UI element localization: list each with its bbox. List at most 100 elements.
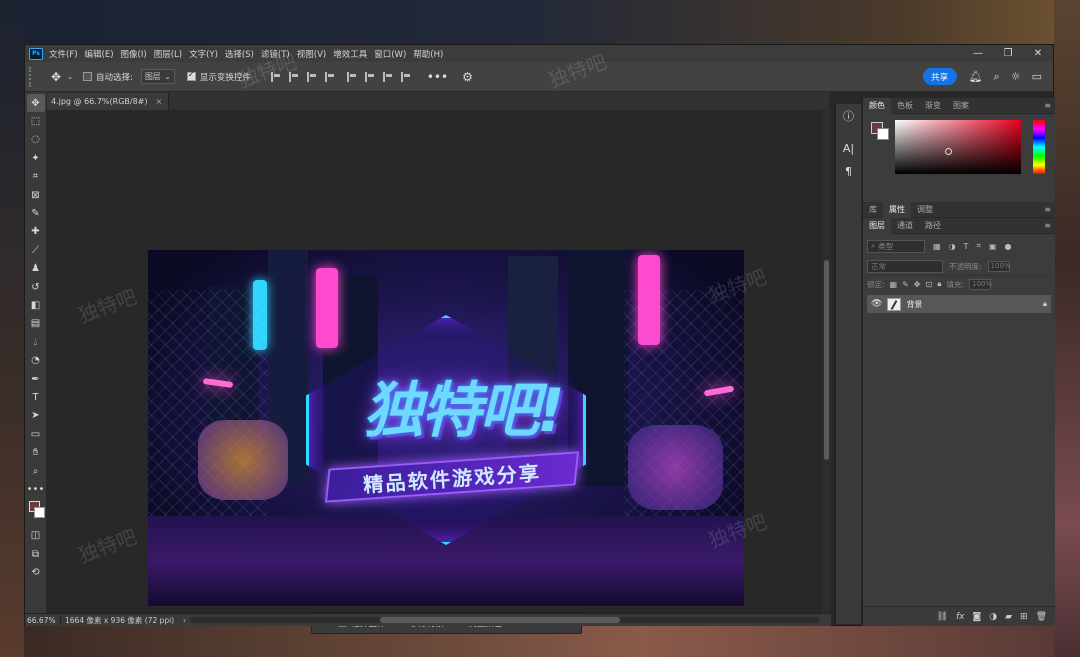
blend-mode-dropdown[interactable]: 正常 [867,259,943,273]
more-options-icon[interactable]: ••• [427,70,448,84]
tab-swatches[interactable]: 色板 [891,98,919,114]
tab-paths[interactable]: 路径 [919,218,947,234]
brush-tool-icon[interactable]: ⟋ [27,241,45,259]
lasso-tool-icon[interactable]: ◌ [27,131,45,149]
bell-icon[interactable]: 🔔︎ [969,70,983,83]
magic-wand-tool-icon[interactable]: ✦ [27,149,45,167]
menu-image[interactable]: 图像(I) [121,48,147,60]
pixel-filter-icon[interactable]: ▦ [933,242,941,251]
gear-icon[interactable]: ⚙ [462,70,473,84]
auto-select-dropdown[interactable]: 图层 ⌄ [140,69,175,84]
search-icon[interactable]: ⌕ [994,70,1000,84]
fx-icon[interactable]: fx [956,612,965,622]
more-tools-icon[interactable]: ••• [27,480,45,498]
menu-view[interactable]: 视图(V) [297,48,326,60]
color-picker-cursor[interactable] [945,148,952,155]
align-right-icon[interactable] [306,71,317,82]
menu-type[interactable]: 文字(Y) [189,48,218,60]
canvas-area[interactable]: 独特吧! 精品软件游戏分享 ⋮ 👤︎ 选择主体 ▣ 移除背景 ⚇ 调整颜色 ⟀ … [47,49,829,634]
hand-tool-icon[interactable]: ✋︎ [27,443,45,461]
adjustment-layer-icon[interactable]: ◑ [989,612,997,622]
horizontal-scrollbar[interactable] [190,617,820,623]
pen-tool-icon[interactable]: ✒ [27,370,45,388]
align-center-icon[interactable] [288,71,299,82]
crop-tool-icon[interactable]: ⌗ [27,168,45,186]
close-tab-icon[interactable]: × [156,97,163,106]
chevron-down-icon[interactable]: ⌄ [67,73,73,81]
new-layer-icon[interactable]: ⊞ [1020,612,1028,622]
lock-transparent-icon[interactable]: ▦ [890,280,898,289]
tab-patterns[interactable]: 图案 [947,98,975,114]
panel-menu-icon[interactable]: ≡ [1044,221,1051,230]
generative-icon[interactable]: ⟲ [27,563,45,581]
character-icon[interactable]: A| [843,142,854,155]
blur-tool-icon[interactable]: 💧︎ [27,333,45,351]
restore-icon[interactable]: ❐ [993,45,1023,62]
tab-layers[interactable]: 图层 [863,217,891,234]
eye-icon[interactable]: 👁︎ [871,299,882,309]
menu-help[interactable]: 帮助(H) [413,48,443,60]
type-tool-icon[interactable]: T [27,388,45,406]
eraser-tool-icon[interactable]: ◧ [27,296,45,314]
opacity-field[interactable]: 100% [987,260,1011,272]
quick-mask-icon[interactable]: ◫ [27,527,45,545]
menu-filter[interactable]: 滤镜(T) [261,48,290,60]
info-icon[interactable]: ⓘ [843,108,854,124]
color-picker-field[interactable] [895,120,1021,174]
stamp-tool-icon[interactable]: ♟ [27,260,45,278]
close-window-icon[interactable]: ✕ [1023,45,1053,62]
screen-mode-icon[interactable]: ⧉ [27,545,45,563]
lock-position-icon[interactable]: ✥ [914,280,921,289]
vertical-scroll-thumb[interactable] [824,260,829,460]
smart-object-filter-icon[interactable]: ▣ [989,242,997,251]
panel-menu-icon[interactable]: ≡ [1044,205,1051,214]
filter-toggle-icon[interactable]: ● [1005,242,1012,251]
menu-layer[interactable]: 图层(L) [154,48,182,60]
trash-icon[interactable]: 🗑︎ [1036,612,1047,622]
panel-menu-icon[interactable]: ≡ [1044,101,1051,110]
vertical-scrollbar[interactable] [822,110,831,613]
tab-libraries[interactable]: 库 [863,202,883,218]
layer-filter-dropdown[interactable]: ⌕ 类型 [867,239,925,253]
align-top-icon[interactable] [346,71,357,82]
color-swatches[interactable] [27,500,45,521]
tab-color[interactable]: 颜色 [863,97,891,114]
dodge-tool-icon[interactable]: ◔ [27,351,45,369]
zoom-tool-icon[interactable]: ⌕ [27,462,45,480]
layer-mask-icon[interactable]: ◙ [973,612,982,622]
lock-all-icon[interactable]: 🔒︎ [937,279,941,289]
align-middle-icon[interactable] [364,71,375,82]
background-color-swatch[interactable] [33,506,45,518]
align-left-icon[interactable] [270,71,281,82]
share-button[interactable]: 共享 [922,68,957,85]
adjustment-filter-icon[interactable]: ◑ [949,242,956,251]
gradient-tool-icon[interactable]: ▤ [27,315,45,333]
tab-properties[interactable]: 属性 [883,201,911,218]
menu-window[interactable]: 窗口(W) [374,48,406,60]
hue-slider[interactable] [1033,120,1045,174]
healing-brush-tool-icon[interactable]: ✚ [27,223,45,241]
menu-edit[interactable]: 编辑(E) [85,48,114,60]
paragraph-icon[interactable]: ¶ [845,165,852,178]
options-grip[interactable] [29,66,39,87]
document-tab[interactable]: 4.jpg @ 66.7%(RGB/8#) × [47,93,170,110]
minimize-icon[interactable]: — [963,45,993,62]
marquee-tool-icon[interactable]: ⬚ [27,112,45,130]
zoom-level[interactable]: 66.67% [25,615,61,625]
fill-field[interactable]: 100% [969,278,992,290]
align-bottom-icon[interactable] [382,71,393,82]
move-tool-icon[interactable]: ✥ [51,70,61,84]
status-chevron-icon[interactable]: › [183,616,186,625]
tab-adjustments[interactable]: 调整 [911,202,939,218]
tab-gradients[interactable]: 渐变 [919,98,947,114]
menu-plugins[interactable]: 增效工具 [333,48,367,60]
link-layers-icon[interactable]: ⛓ [937,612,948,622]
distribute-vertical-icon[interactable] [400,71,411,82]
frame-tool-icon[interactable]: ⊠ [27,186,45,204]
move-tool-icon[interactable]: ✥ [26,94,45,113]
type-filter-icon[interactable]: T [964,242,969,251]
horizontal-scroll-thumb[interactable] [380,617,620,623]
show-transform-checkbox[interactable] [186,70,196,81]
menu-select[interactable]: 选择(S) [225,48,254,60]
distribute-icon[interactable] [324,71,335,82]
